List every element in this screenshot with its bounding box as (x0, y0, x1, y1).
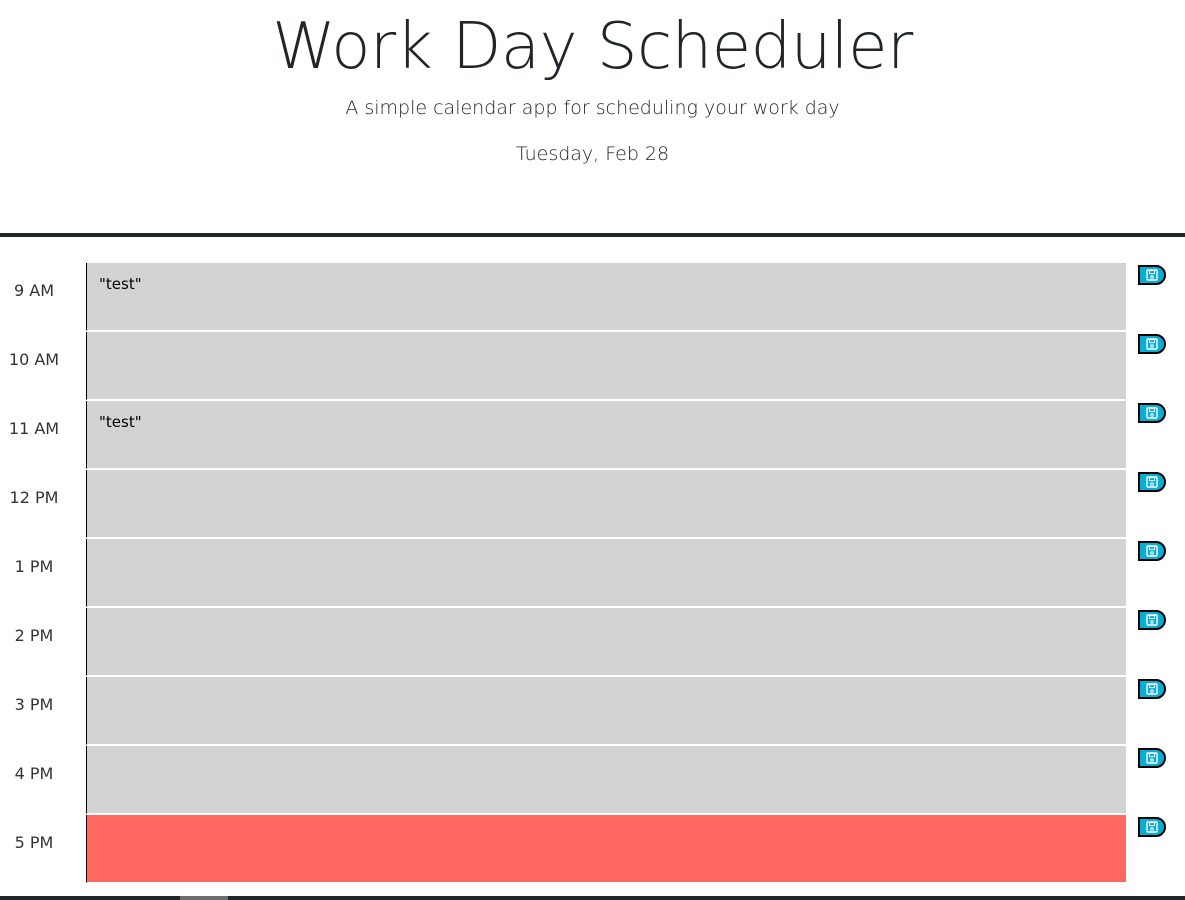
hour-label: 4 PM (0, 746, 68, 815)
page-subtitle: A simple calendar app for scheduling you… (345, 97, 840, 119)
event-description-input[interactable] (86, 470, 1126, 538)
event-description-input[interactable] (86, 677, 1126, 745)
floppy-disk-icon (1146, 338, 1158, 350)
event-description-input[interactable] (86, 608, 1126, 676)
save-button[interactable] (1138, 265, 1166, 285)
time-block-5pm: 5 PM (0, 815, 1185, 884)
event-description-input[interactable]: "test" (86, 263, 1126, 331)
header: Work Day Scheduler A simple calendar app… (0, 0, 1185, 233)
save-button[interactable] (1138, 748, 1166, 768)
time-block-10am: 10 AM (0, 332, 1185, 401)
hour-text: 5 PM (14, 833, 54, 852)
floppy-disk-icon (1146, 752, 1158, 764)
floppy-disk-icon (1146, 683, 1158, 695)
event-description-input[interactable] (86, 332, 1126, 400)
hour-text: 4 PM (14, 764, 54, 783)
hour-label: 2 PM (0, 608, 68, 677)
floppy-disk-icon (1146, 407, 1158, 419)
save-button[interactable] (1138, 610, 1166, 630)
event-description-input[interactable] (86, 539, 1126, 607)
save-button[interactable] (1138, 334, 1166, 354)
time-block-list: 9 AM "test" 10 AM 11 AM "test" 12 PM 1 P… (0, 263, 1185, 884)
floppy-disk-icon (1146, 269, 1158, 281)
floppy-disk-icon (1146, 821, 1158, 833)
hour-text: 12 PM (9, 488, 59, 507)
event-description-input[interactable] (86, 746, 1126, 814)
header-divider (0, 233, 1185, 237)
hour-text: 9 AM (13, 281, 54, 300)
time-block-1pm: 1 PM (0, 539, 1185, 608)
event-description-input[interactable]: "test" (86, 401, 1126, 469)
time-block-2pm: 2 PM (0, 608, 1185, 677)
save-button[interactable] (1138, 679, 1166, 699)
time-block-11am: 11 AM "test" (0, 401, 1185, 470)
save-button[interactable] (1138, 403, 1166, 423)
time-block-4pm: 4 PM (0, 746, 1185, 815)
hour-label: 11 AM (0, 401, 68, 470)
hour-label: 1 PM (0, 539, 68, 608)
hour-text: 1 PM (14, 557, 54, 576)
time-block-9am: 9 AM "test" (0, 263, 1185, 332)
hour-label: 9 AM (0, 263, 68, 332)
hour-text: 3 PM (14, 695, 54, 714)
hour-text: 11 AM (8, 419, 60, 438)
event-description-input[interactable] (86, 815, 1126, 883)
save-button[interactable] (1138, 817, 1166, 837)
hour-label: 3 PM (0, 677, 68, 746)
floppy-disk-icon (1146, 476, 1158, 488)
scrollbar-thumb[interactable] (180, 896, 228, 900)
hour-text: 2 PM (14, 626, 54, 645)
floppy-disk-icon (1146, 614, 1158, 626)
hour-label: 10 AM (0, 332, 68, 401)
floppy-disk-icon (1146, 545, 1158, 557)
hour-label: 12 PM (0, 470, 68, 539)
footer-divider (0, 896, 1185, 900)
time-block-3pm: 3 PM (0, 677, 1185, 746)
current-day: Tuesday, Feb 28 (515, 143, 670, 165)
save-button[interactable] (1138, 472, 1166, 492)
time-block-12pm: 12 PM (0, 470, 1185, 539)
save-button[interactable] (1138, 541, 1166, 561)
page-title: Work Day Scheduler (272, 10, 913, 84)
hour-text: 10 AM (8, 350, 60, 369)
hour-label: 5 PM (0, 815, 68, 884)
